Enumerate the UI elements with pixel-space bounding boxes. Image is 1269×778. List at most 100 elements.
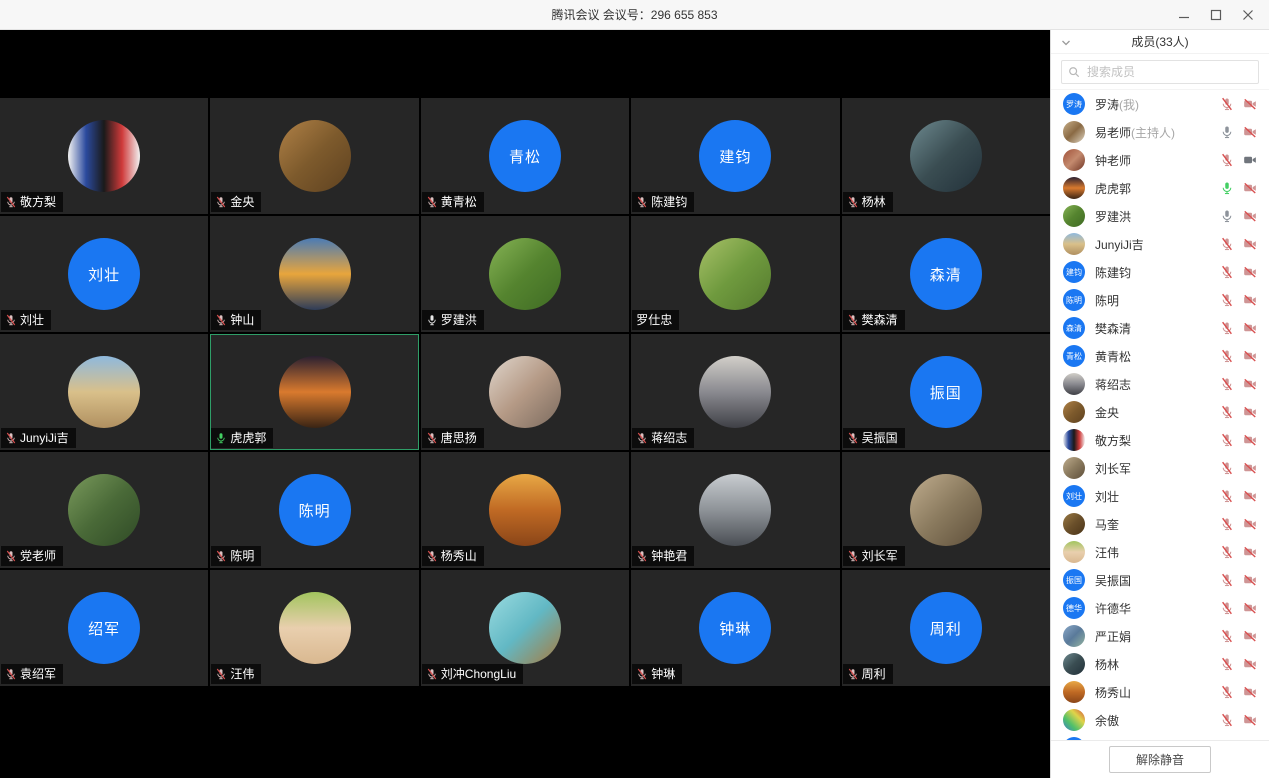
collapse-chevron-icon[interactable] xyxy=(1061,38,1071,48)
member-row[interactable]: 德华 许德华 xyxy=(1051,594,1269,622)
member-row[interactable]: 建钧 陈建钧 xyxy=(1051,258,1269,286)
member-row[interactable]: JunyiJi吉 xyxy=(1051,230,1269,258)
member-row[interactable]: 虎虎郭 xyxy=(1051,174,1269,202)
camera-status-icon[interactable] xyxy=(1243,405,1257,419)
video-tile[interactable]: 杨秀山 xyxy=(421,452,629,568)
mic-status-icon[interactable] xyxy=(1220,97,1234,111)
video-tile[interactable]: 钟山 xyxy=(210,216,418,332)
video-tile[interactable]: 金央 xyxy=(210,98,418,214)
video-tile[interactable]: 刘冲ChongLiu xyxy=(421,570,629,686)
video-tile[interactable]: JunyiJi吉 xyxy=(0,334,208,450)
camera-status-icon[interactable] xyxy=(1243,97,1257,111)
camera-status-icon[interactable] xyxy=(1243,713,1257,727)
video-tile[interactable]: 周利 周利 xyxy=(842,570,1050,686)
video-tile[interactable]: 绍军 袁绍军 xyxy=(0,570,208,686)
member-list[interactable]: 罗涛 罗涛(我) 易老师(主持人) xyxy=(1051,90,1269,740)
mic-status-icon[interactable] xyxy=(1220,349,1234,363)
mic-status-icon[interactable] xyxy=(1220,573,1234,587)
camera-status-icon[interactable] xyxy=(1243,321,1257,335)
member-row[interactable]: 杨秀山 xyxy=(1051,678,1269,706)
mic-status-icon[interactable] xyxy=(1220,657,1234,671)
camera-status-icon[interactable] xyxy=(1243,209,1257,223)
video-tile[interactable]: 敬方梨 xyxy=(0,98,208,214)
member-row[interactable]: 振国 吴振国 xyxy=(1051,566,1269,594)
member-row[interactable]: 严正娟 xyxy=(1051,622,1269,650)
mic-status-icon[interactable] xyxy=(1220,545,1234,559)
camera-status-icon[interactable] xyxy=(1243,461,1257,475)
video-tile[interactable]: 钟琳 钟琳 xyxy=(631,570,839,686)
member-row[interactable]: 罗建洪 xyxy=(1051,202,1269,230)
mic-status-icon[interactable] xyxy=(1220,461,1234,475)
unmute-button[interactable]: 解除静音 xyxy=(1109,746,1211,773)
video-tile[interactable]: 杨林 xyxy=(842,98,1050,214)
video-tile[interactable]: 罗仕忠 xyxy=(631,216,839,332)
camera-status-icon[interactable] xyxy=(1243,349,1257,363)
member-row[interactable]: 森清 樊森清 xyxy=(1051,314,1269,342)
camera-status-icon[interactable] xyxy=(1243,517,1257,531)
video-tile[interactable]: 钟艳君 xyxy=(631,452,839,568)
video-tile[interactable]: 森清 樊森清 xyxy=(842,216,1050,332)
member-row[interactable]: 杨林 xyxy=(1051,650,1269,678)
member-row[interactable]: 青松 黄青松 xyxy=(1051,342,1269,370)
camera-status-icon[interactable] xyxy=(1243,685,1257,699)
video-tile[interactable]: 刘长军 xyxy=(842,452,1050,568)
mic-status-icon[interactable] xyxy=(1220,321,1234,335)
camera-status-icon[interactable] xyxy=(1243,153,1257,167)
video-tile[interactable]: 汪伟 xyxy=(210,570,418,686)
video-tile[interactable]: 党老师 xyxy=(0,452,208,568)
camera-status-icon[interactable] xyxy=(1243,573,1257,587)
mic-status-icon[interactable] xyxy=(1220,293,1234,307)
member-row[interactable]: 蒋绍志 xyxy=(1051,370,1269,398)
camera-status-icon[interactable] xyxy=(1243,125,1257,139)
mic-status-icon[interactable] xyxy=(1220,489,1234,503)
member-row[interactable]: 金央 xyxy=(1051,398,1269,426)
camera-status-icon[interactable] xyxy=(1243,545,1257,559)
mic-status-icon[interactable] xyxy=(1220,713,1234,727)
camera-status-icon[interactable] xyxy=(1243,601,1257,615)
video-tile[interactable]: 刘壮 刘壮 xyxy=(0,216,208,332)
mic-status-icon[interactable] xyxy=(1220,237,1234,251)
mic-status-icon[interactable] xyxy=(1220,265,1234,279)
camera-status-icon[interactable] xyxy=(1243,237,1257,251)
mic-status-icon[interactable] xyxy=(1220,629,1234,643)
camera-status-icon[interactable] xyxy=(1243,629,1257,643)
member-search-box[interactable] xyxy=(1061,60,1259,84)
member-row[interactable]: 刘壮 刘壮 xyxy=(1051,482,1269,510)
mic-status-icon[interactable] xyxy=(1220,125,1234,139)
minimize-button[interactable] xyxy=(1169,3,1199,27)
member-row[interactable]: 汪伟 xyxy=(1051,538,1269,566)
video-tile[interactable]: 陈明 陈明 xyxy=(210,452,418,568)
camera-status-icon[interactable] xyxy=(1243,657,1257,671)
video-tile[interactable]: 青松 黄青松 xyxy=(421,98,629,214)
mic-status-icon[interactable] xyxy=(1220,209,1234,223)
member-row[interactable]: 余傲 xyxy=(1051,706,1269,734)
video-tile[interactable]: 建钧 陈建钧 xyxy=(631,98,839,214)
mic-status-icon[interactable] xyxy=(1220,517,1234,531)
camera-status-icon[interactable] xyxy=(1243,433,1257,447)
mic-status-icon[interactable] xyxy=(1220,377,1234,391)
camera-status-icon[interactable] xyxy=(1243,265,1257,279)
member-search-input[interactable] xyxy=(1085,64,1252,80)
camera-status-icon[interactable] xyxy=(1243,181,1257,195)
video-tile[interactable]: 罗建洪 xyxy=(421,216,629,332)
mic-status-icon[interactable] xyxy=(1220,181,1234,195)
video-tile[interactable]: 振国 吴振国 xyxy=(842,334,1050,450)
mic-status-icon[interactable] xyxy=(1220,433,1234,447)
member-row[interactable]: 马奎 xyxy=(1051,510,1269,538)
camera-status-icon[interactable] xyxy=(1243,489,1257,503)
mic-status-icon[interactable] xyxy=(1220,601,1234,615)
video-tile[interactable]: 虎虎郭 xyxy=(210,334,418,450)
video-tile[interactable]: 唐思扬 xyxy=(421,334,629,450)
mic-status-icon[interactable] xyxy=(1220,153,1234,167)
member-row[interactable]: 罗涛 罗涛(我) xyxy=(1051,90,1269,118)
member-row[interactable]: 钟老师 xyxy=(1051,146,1269,174)
video-tile[interactable]: 蒋绍志 xyxy=(631,334,839,450)
maximize-button[interactable] xyxy=(1201,3,1231,27)
close-button[interactable] xyxy=(1233,3,1263,27)
member-row[interactable]: 易老师(主持人) xyxy=(1051,118,1269,146)
camera-status-icon[interactable] xyxy=(1243,377,1257,391)
member-row[interactable]: 陈明 陈明 xyxy=(1051,286,1269,314)
camera-status-icon[interactable] xyxy=(1243,293,1257,307)
mic-status-icon[interactable] xyxy=(1220,405,1234,419)
member-row[interactable]: 刘长军 xyxy=(1051,454,1269,482)
